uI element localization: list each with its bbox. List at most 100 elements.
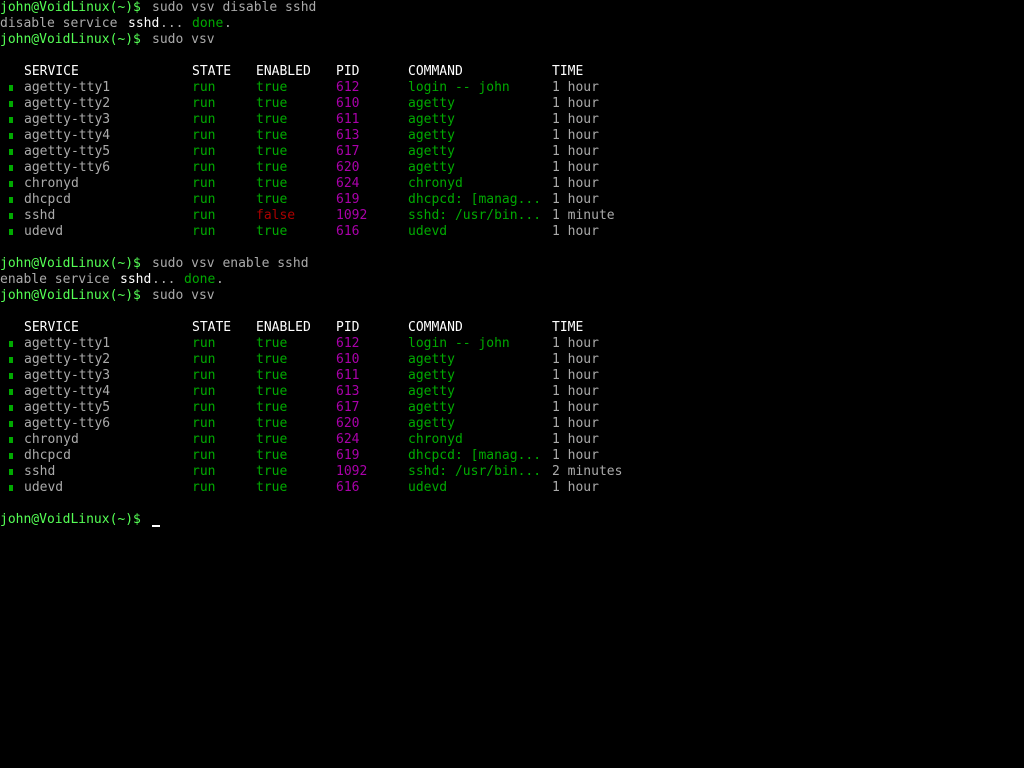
cell-time: 1 hour xyxy=(552,112,599,127)
cell-command: sshd: /usr/bin... xyxy=(408,208,542,223)
table-row: agetty-tty4 run true 613 agetty 1 hour xyxy=(0,128,700,144)
shell-prompt: john@VoidLinux(~)$ xyxy=(0,32,141,47)
terminal-window[interactable]: john@VoidLinux(~)$ sudo vsv disable sshd… xyxy=(0,0,1024,768)
cell-state: run xyxy=(192,176,216,191)
table-row: agetty-tty3 run true 611 agetty 1 hour xyxy=(0,112,700,128)
cell-time: 1 hour xyxy=(552,480,599,495)
cell-time: 1 hour xyxy=(552,336,599,351)
cell-pid: 610 xyxy=(336,352,360,367)
cell-command: agetty xyxy=(408,416,455,431)
command-line: john@VoidLinux(~)$ sudo vsv disable sshd xyxy=(0,0,316,16)
table-row: agetty-tty6 run true 620 agetty 1 hour xyxy=(0,160,700,176)
cell-service: agetty-tty1 xyxy=(24,80,111,95)
cell-enabled: true xyxy=(256,128,288,143)
cell-enabled: true xyxy=(256,96,288,111)
cell-state: run xyxy=(192,480,216,495)
table-row: sshd run false 1092 sshd: /usr/bin... 1 minut… xyxy=(0,208,700,224)
cell-service: agetty-tty6 xyxy=(24,416,111,431)
cell-pid: 624 xyxy=(336,176,360,191)
table-row: agetty-tty5 run true 617 agetty 1 hour xyxy=(0,144,700,160)
cell-enabled: false xyxy=(256,208,296,223)
status-bullet-icon xyxy=(9,197,13,203)
cell-enabled: true xyxy=(256,144,288,159)
cell-state: run xyxy=(192,464,216,479)
header-time: TIME xyxy=(552,320,584,335)
cell-pid: 616 xyxy=(336,480,360,495)
table-row: agetty-tty4 run true 613 agetty 1 hour xyxy=(0,384,700,400)
status-bullet-icon xyxy=(9,453,13,459)
cell-service: agetty-tty3 xyxy=(24,368,111,383)
cell-enabled: true xyxy=(256,400,288,415)
cell-enabled: true xyxy=(256,368,288,383)
cell-pid: 619 xyxy=(336,448,360,463)
message-service: sshd xyxy=(128,16,160,31)
cell-pid: 1092 xyxy=(336,208,368,223)
cell-enabled: true xyxy=(256,464,288,479)
cell-pid: 620 xyxy=(336,416,360,431)
shell-prompt: john@VoidLinux(~)$ xyxy=(0,512,141,527)
message-service: sshd xyxy=(120,272,152,287)
cell-enabled: true xyxy=(256,352,288,367)
header-state: STATE xyxy=(192,320,232,335)
cell-state: run xyxy=(192,400,216,415)
cell-state: run xyxy=(192,192,216,207)
cell-service: udevd xyxy=(24,480,64,495)
table-row: agetty-tty3 run true 611 agetty 1 hour xyxy=(0,368,700,384)
cell-state: run xyxy=(192,224,216,239)
cell-time: 1 hour xyxy=(552,176,599,191)
cell-enabled: true xyxy=(256,112,288,127)
header-state: STATE xyxy=(192,64,232,79)
table-row: agetty-tty1 run true 612 login -- john 1 hour xyxy=(0,80,700,96)
message-done: done xyxy=(184,272,216,287)
status-bullet-icon xyxy=(9,85,13,91)
cell-time: 1 hour xyxy=(552,160,599,175)
cell-enabled: true xyxy=(256,160,288,175)
cell-command: agetty xyxy=(408,160,455,175)
cell-service: agetty-tty2 xyxy=(24,352,111,367)
command-text: sudo vsv xyxy=(152,32,215,47)
status-bullet-icon xyxy=(9,389,13,395)
cell-pid: 620 xyxy=(336,160,360,175)
header-time: TIME xyxy=(552,64,584,79)
cell-state: run xyxy=(192,144,216,159)
cell-state: run xyxy=(192,432,216,447)
active-prompt-line[interactable]: john@VoidLinux(~)$ xyxy=(0,512,200,528)
header-pid: PID xyxy=(336,320,360,335)
cell-pid: 611 xyxy=(336,112,360,127)
cell-command: agetty xyxy=(408,384,455,399)
cell-time: 1 hour xyxy=(552,80,599,95)
status-bullet-icon xyxy=(9,149,13,155)
cell-pid: 611 xyxy=(336,368,360,383)
table-header: SERVICE STATE ENABLED PID COMMAND TIME xyxy=(0,64,583,80)
cell-enabled: true xyxy=(256,416,288,431)
cell-enabled: true xyxy=(256,336,288,351)
cell-service: agetty-tty5 xyxy=(24,144,111,159)
header-command: COMMAND xyxy=(408,64,463,79)
table-row: sshd run true 1092 sshd: /usr/bin... 2 minute… xyxy=(0,464,700,480)
cell-time: 1 minute xyxy=(552,208,615,223)
message-end: . xyxy=(224,16,232,31)
cell-time: 1 hour xyxy=(552,416,599,431)
header-enabled: ENABLED xyxy=(256,64,311,79)
cell-pid: 616 xyxy=(336,224,360,239)
message-prefix: disable service xyxy=(0,16,126,31)
cell-enabled: true xyxy=(256,384,288,399)
cell-service: agetty-tty2 xyxy=(24,96,111,111)
cell-enabled: true xyxy=(256,176,288,191)
table-row: agetty-tty2 run true 610 agetty 1 hour xyxy=(0,96,700,112)
message-dots: ... xyxy=(160,16,192,31)
status-bullet-icon xyxy=(9,229,13,235)
header-enabled: ENABLED xyxy=(256,320,311,335)
message-dots: ... xyxy=(152,272,184,287)
cell-command: agetty xyxy=(408,112,455,127)
output-message: enable service sshd ... done . xyxy=(0,272,224,288)
cell-command: agetty xyxy=(408,144,455,159)
status-bullet-icon xyxy=(9,133,13,139)
status-bullet-icon xyxy=(9,421,13,427)
cell-pid: 613 xyxy=(336,128,360,143)
cell-service: dhcpcd xyxy=(24,192,71,207)
table-row: udevd run true 616 udevd 1 hour xyxy=(0,480,700,496)
command-line: john@VoidLinux(~)$ sudo vsv xyxy=(0,32,215,48)
status-bullet-icon xyxy=(9,165,13,171)
cell-enabled: true xyxy=(256,448,288,463)
